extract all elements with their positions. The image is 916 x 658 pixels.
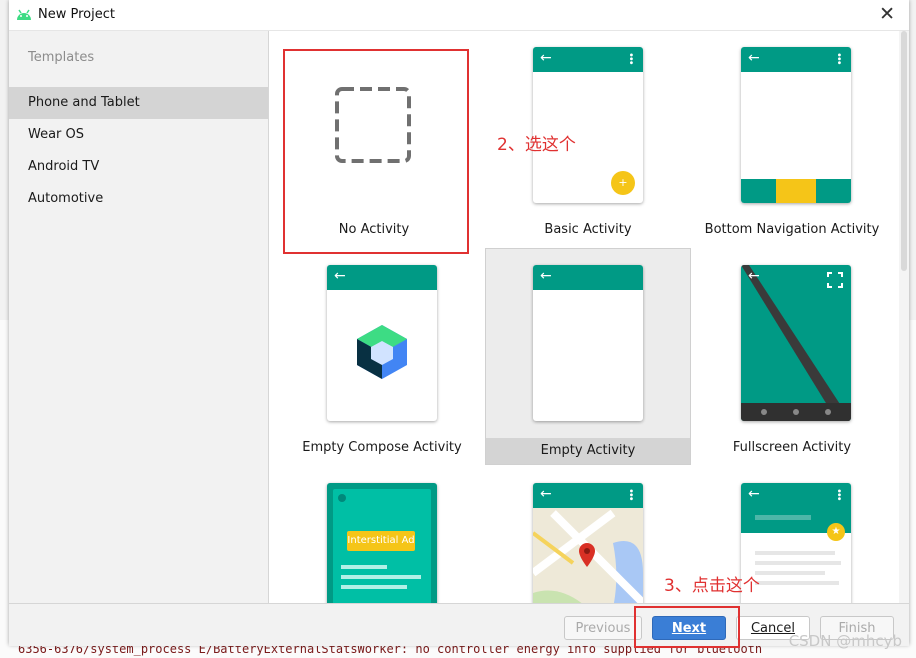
navigation-bar: [741, 403, 851, 421]
sidebar-item-phone-and-tablet[interactable]: Phone and Tablet: [9, 87, 268, 119]
overflow-menu-icon: •••: [833, 52, 844, 64]
star-fab-icon: ★: [827, 523, 845, 541]
sidebar-item-automotive[interactable]: Automotive: [9, 183, 268, 215]
bottom-nav-bar: [741, 179, 851, 203]
phone-preview: ← •••: [741, 47, 851, 203]
scrollbar-thumb[interactable]: [901, 31, 907, 271]
gallery-scrollbar[interactable]: [899, 31, 909, 603]
map-pin-icon: [579, 543, 595, 567]
template-empty-compose-activity[interactable]: ← Empty Compose Activity: [279, 249, 485, 467]
watermark: CSDN @mhcyb: [788, 632, 902, 650]
back-arrow-icon: ←: [748, 486, 760, 502]
window-title: New Project: [38, 7, 115, 22]
overflow-menu-icon: •••: [625, 52, 636, 64]
phone-preview: ←: [533, 265, 643, 421]
phone-preview: ← ••• +: [533, 47, 643, 203]
previous-button[interactable]: Previous: [564, 616, 642, 640]
android-logo-icon: [17, 9, 31, 20]
sidebar-item-android-tv[interactable]: Android TV: [9, 151, 268, 183]
overflow-menu-icon: •••: [833, 488, 844, 500]
annotation-box-next: [634, 606, 740, 648]
close-icon[interactable]: ✕: [879, 3, 895, 25]
sidebar-heading: Templates: [28, 50, 95, 65]
templates-sidebar: Templates Phone and Tablet Wear OS Andro…: [9, 31, 269, 603]
template-label: Bottom Navigation Activity: [704, 222, 880, 237]
back-arrow-icon: ←: [540, 486, 552, 502]
template-label: Empty Compose Activity: [302, 440, 462, 455]
title-bar: New Project ✕: [9, 0, 909, 31]
back-arrow-icon: ←: [540, 50, 552, 66]
template-label: Fullscreen Activity: [732, 440, 852, 455]
fullscreen-icon: [827, 272, 843, 288]
template-label: Empty Activity: [486, 438, 690, 464]
annotation-box-no-activity: [283, 49, 469, 254]
annotation-step3: 3、点击这个: [664, 576, 760, 596]
fab-icon: +: [611, 171, 635, 195]
template-google-maps[interactable]: ← •••: [485, 467, 691, 603]
overflow-menu-icon: •••: [625, 488, 636, 500]
template-empty-activity[interactable]: ← Empty Activity: [485, 248, 691, 465]
back-arrow-icon: ←: [748, 50, 760, 66]
sidebar-item-wear-os[interactable]: Wear OS: [9, 119, 268, 151]
template-label: Basic Activity: [544, 222, 632, 237]
template-bottom-navigation-activity[interactable]: ← ••• Bottom Navigation Activity: [689, 31, 895, 249]
back-arrow-icon: ←: [540, 268, 552, 284]
phone-preview: ← •••: [533, 483, 643, 603]
phone-preview: ←: [741, 265, 851, 421]
back-arrow-icon: ←: [748, 268, 760, 284]
phone-preview: Interstitial Ad: [327, 483, 437, 603]
annotation-step2: 2、选这个: [497, 135, 576, 155]
dialog-footer: Previous Next Cancel Finish: [9, 603, 909, 646]
compose-logo-icon: [357, 325, 407, 379]
interstitial-ad-badge: Interstitial Ad: [347, 531, 415, 551]
template-fullscreen-activity[interactable]: ← Fullscreen Activity: [689, 249, 895, 467]
back-arrow-icon: ←: [334, 268, 346, 284]
phone-preview: ←: [327, 265, 437, 421]
template-interstitial-ad[interactable]: Interstitial Ad: [279, 467, 485, 603]
